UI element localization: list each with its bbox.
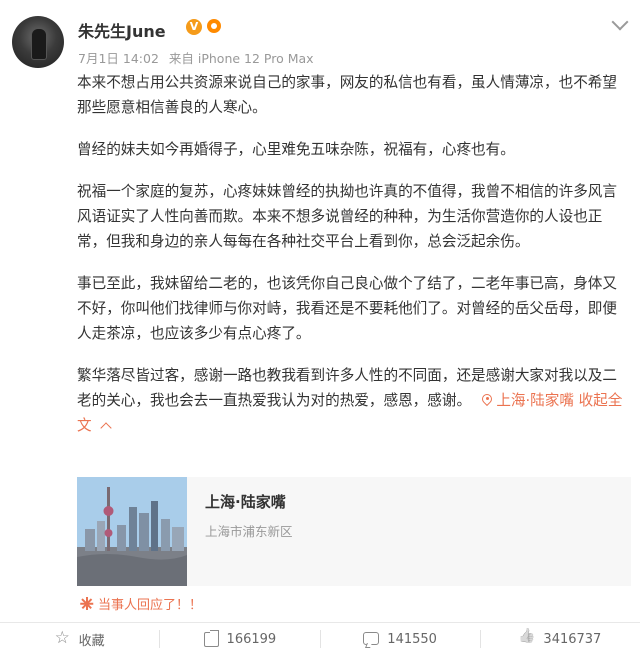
repost-tag-label: 当事人回应了！！	[98, 598, 203, 613]
location-card-title: 上海·陆家嘴	[205, 493, 286, 511]
chevron-down-icon[interactable]	[611, 13, 629, 31]
avatar[interactable]	[12, 16, 64, 68]
location-card-subtitle: 上海市浦东新区	[205, 524, 293, 539]
post-paragraph: 本来不想占用公共资源来说自己的家事，网友的私信也有看，虽人情薄凉，也不希望那些愿…	[77, 74, 617, 116]
location-pin-icon	[482, 394, 492, 406]
location-card[interactable]: 上海·陆家嘴 上海市浦东新区	[77, 477, 631, 586]
post-paragraph: 曾经的妹夫如今再婚得子，心里难免五味杂陈，祝福有，心疼也有。	[77, 141, 515, 158]
location-link[interactable]: 上海·陆家嘴	[480, 392, 574, 409]
post-date: 7月1日 14:02	[78, 51, 159, 66]
post-header: 朱先生June V 7月1日 14:02 来自 iPhone 12 Pro Ma…	[0, 0, 640, 72]
star-icon	[55, 628, 71, 648]
comment-count: 141550	[387, 631, 437, 647]
post-meta: 7月1日 14:02 来自 iPhone 12 Pro Max	[78, 48, 320, 67]
chevron-up-icon	[99, 422, 112, 434]
favorite-label: 收藏	[78, 633, 105, 649]
post-body: 本来不想占用公共资源来说自己的家事，网友的私信也有看，虽人情薄凉，也不希望那些愿…	[77, 70, 629, 438]
like-button[interactable]: 3416737	[481, 623, 640, 655]
post-paragraph: 繁华落尽皆过客，感谢一路也教我看到许多人性的不同面，还是感谢大家对我以及二老的关…	[77, 363, 629, 438]
burst-icon	[80, 597, 94, 610]
username[interactable]: 朱先生June	[78, 18, 166, 42]
repost-tag[interactable]: 当事人回应了！！	[80, 594, 202, 613]
comment-button[interactable]: 141550	[321, 623, 480, 655]
like-count: 3416737	[543, 631, 602, 647]
user-badges: V	[186, 19, 224, 35]
repost-count: 166199	[226, 631, 277, 647]
share-icon	[203, 629, 219, 647]
post-source: 来自 iPhone 12 Pro Max	[168, 51, 314, 66]
post-paragraph: 事已至此，我妹留给二老的，也该凭你自己良心做个了结了，二老年事已高，身体又不好，…	[77, 275, 617, 342]
action-bar: 收藏 166199 141550 3416737	[0, 623, 640, 655]
verified-icon: V	[186, 19, 202, 35]
favorite-button[interactable]: 收藏	[0, 623, 159, 655]
location-card-image	[77, 477, 187, 586]
member-badge-icon	[206, 19, 224, 35]
thumbs-up-icon	[519, 631, 535, 647]
repost-button[interactable]: 166199	[160, 623, 319, 655]
comment-icon	[363, 631, 380, 645]
post-paragraph: 祝福一个家庭的复苏，心疼妹妹曾经的执拗也许真的不值得，我曾不相信的许多风言风语证…	[77, 183, 617, 250]
